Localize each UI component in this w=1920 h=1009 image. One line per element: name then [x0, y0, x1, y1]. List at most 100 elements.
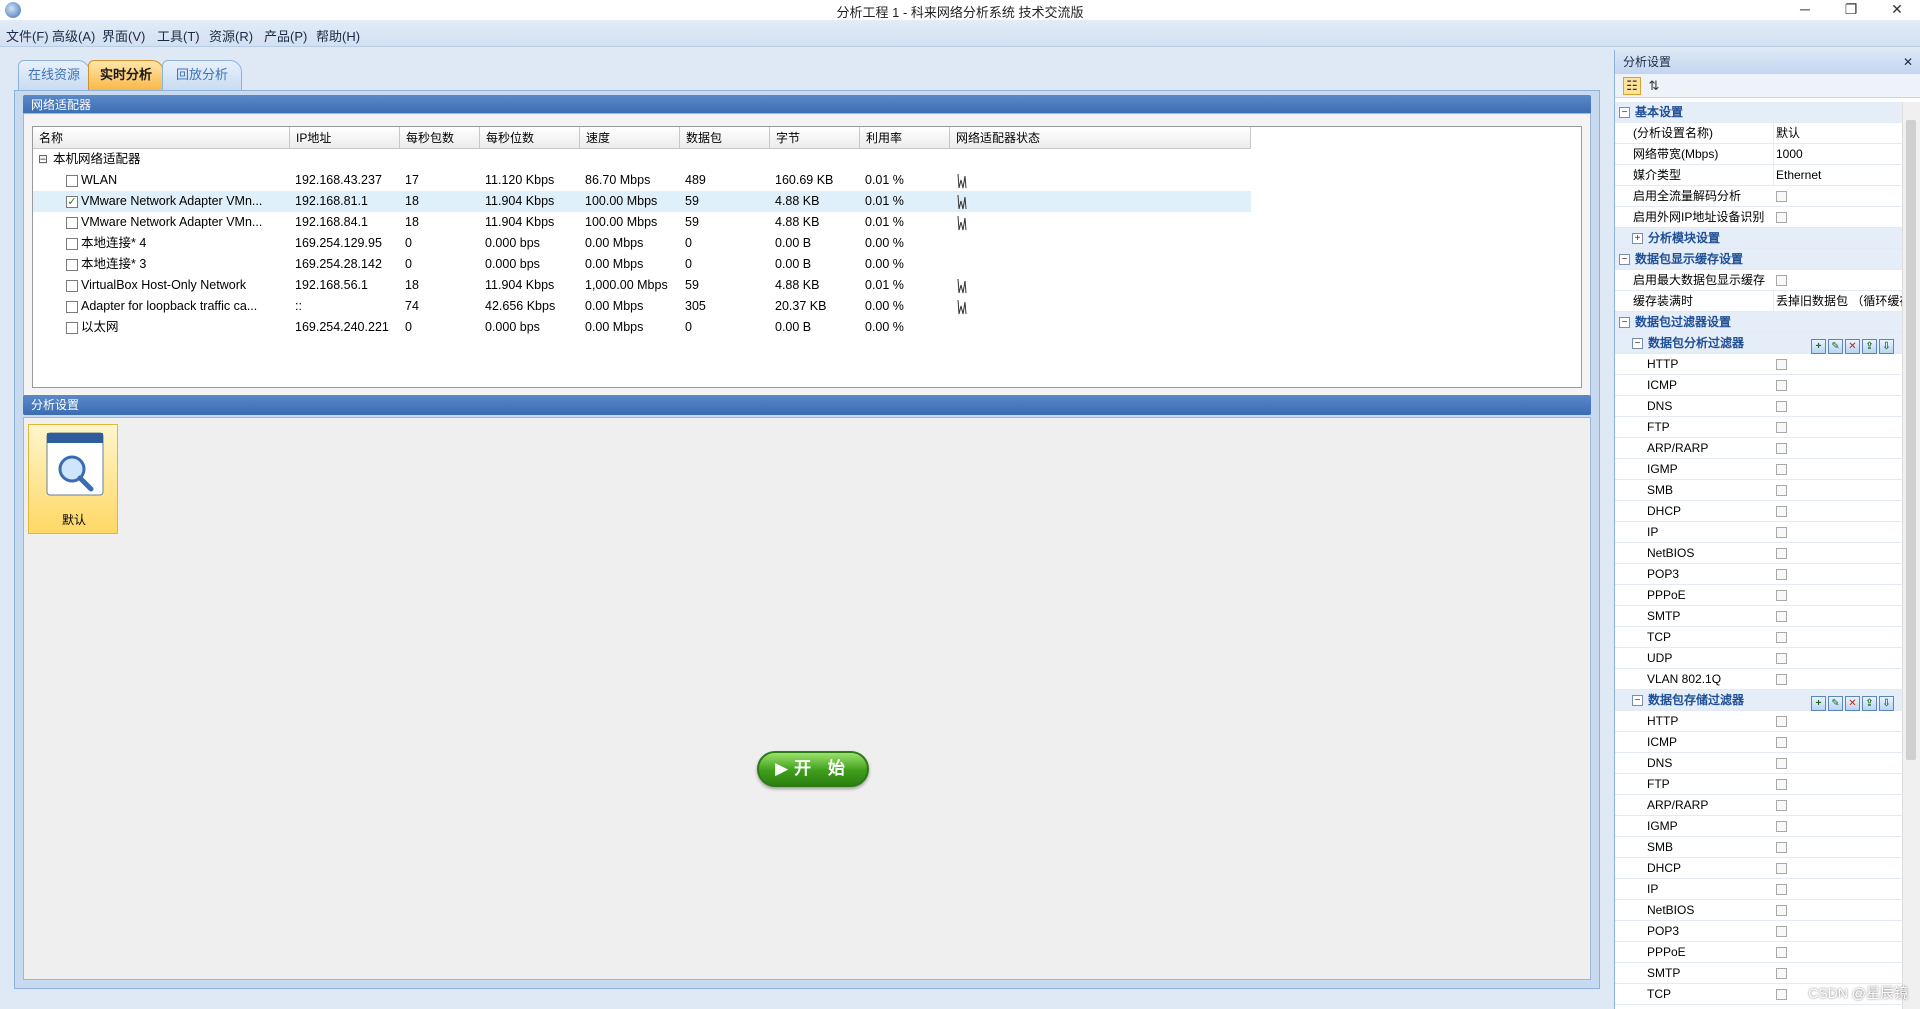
adapter-row[interactable]: ✓ VMware Network Adapter VMn... 192.168.81… [33, 191, 1251, 212]
tab-online-resources[interactable]: 在线资源 [18, 60, 90, 90]
menu-tools[interactable]: 工具(T) [157, 26, 200, 45]
property-checkbox[interactable] [1776, 716, 1787, 727]
tab-realtime-analysis[interactable]: 实时分析 [88, 60, 164, 90]
maximize-button[interactable]: ❐ [1828, 0, 1874, 20]
property-row[interactable]: DNS [1615, 396, 1903, 417]
adapter-row[interactable]: 以太网 169.254.240.221 0 0.000 bps 0.00 Mbps 0 0.… [33, 317, 1251, 338]
menu-help[interactable]: 帮助(H) [316, 26, 360, 45]
property-row[interactable]: 媒介类型 Ethernet [1615, 165, 1903, 186]
property-value[interactable]: 默认 [1773, 123, 1903, 144]
col-bytes[interactable]: 字节 [770, 127, 860, 149]
minimize-button[interactable]: ─ [1782, 0, 1828, 20]
adapter-checkbox[interactable] [66, 301, 78, 313]
property-checkbox[interactable] [1776, 884, 1787, 895]
property-row[interactable]: ARP/RARP [1615, 438, 1903, 459]
property-row[interactable]: (分析设置名称) 默认 [1615, 123, 1903, 144]
categorized-icon[interactable]: ☷ [1623, 77, 1641, 95]
adapter-row[interactable]: 本地连接* 4 169.254.129.95 0 0.000 bps 0.00 Mbps… [33, 233, 1251, 254]
col-bps[interactable]: 每秒位数 [480, 127, 580, 149]
property-checkbox[interactable] [1776, 380, 1787, 391]
property-category[interactable]: − 基本设置 [1615, 102, 1903, 123]
property-checkbox[interactable] [1776, 674, 1787, 685]
tab-playback-analysis[interactable]: 回放分析 [162, 60, 242, 90]
property-checkbox[interactable] [1776, 947, 1787, 958]
property-row[interactable]: 网络带宽(Mbps) 1000 [1615, 144, 1903, 165]
property-row[interactable]: SMTP [1615, 606, 1903, 627]
property-subcategory[interactable]: − 数据包分析过滤器 + ✎ ✕ ⇪ ⇩ [1615, 333, 1903, 354]
property-row[interactable]: 启用外网IP地址设备识别 [1615, 207, 1903, 228]
menu-view[interactable]: 界面(V) [102, 26, 145, 45]
property-checkbox[interactable] [1776, 527, 1787, 538]
property-checkbox[interactable] [1776, 443, 1787, 454]
property-checkbox[interactable] [1776, 359, 1787, 370]
property-checkbox[interactable] [1776, 758, 1787, 769]
adapter-row[interactable]: WLAN 192.168.43.237 17 11.120 Kbps 86.70 Mbp… [33, 170, 1251, 191]
delete-filter-icon[interactable]: ✕ [1845, 696, 1860, 711]
property-checkbox[interactable] [1776, 821, 1787, 832]
property-row[interactable]: IP [1615, 522, 1903, 543]
property-value[interactable]: 1000 [1773, 144, 1903, 165]
adapter-row[interactable]: Adapter for loopback traffic ca...:: 74 42… [33, 296, 1251, 317]
delete-filter-icon[interactable]: ✕ [1845, 339, 1860, 354]
adapter-row[interactable]: VirtualBox Host-Only Network 192.168.56.1… [33, 275, 1251, 296]
property-row[interactable]: PPPoE [1615, 585, 1903, 606]
col-pps[interactable]: 每秒包数 [400, 127, 480, 149]
property-checkbox[interactable] [1776, 989, 1787, 1000]
property-checkbox[interactable] [1776, 632, 1787, 643]
property-subcategory[interactable]: + 分析模块设置 [1615, 228, 1903, 249]
adapter-checkbox[interactable] [66, 217, 78, 229]
property-checkbox[interactable] [1776, 611, 1787, 622]
property-row[interactable]: IP [1615, 879, 1903, 900]
property-row[interactable]: HTTP [1615, 711, 1903, 732]
property-row[interactable]: FTP [1615, 417, 1903, 438]
property-row[interactable]: IGMP [1615, 459, 1903, 480]
property-checkbox[interactable] [1776, 905, 1787, 916]
menu-advanced[interactable]: 高级(A) [52, 26, 95, 45]
adapter-checkbox[interactable] [66, 175, 78, 187]
property-row[interactable]: FTP [1615, 774, 1903, 795]
property-row[interactable]: SMB [1615, 480, 1903, 501]
property-row[interactable]: UDP [1615, 648, 1903, 669]
sort-alpha-icon[interactable]: ⇅ [1645, 77, 1663, 95]
col-packets[interactable]: 数据包 [680, 127, 770, 149]
property-value[interactable]: 丢掉旧数据包 （循环缓存） [1773, 291, 1903, 312]
edit-filter-icon[interactable]: ✎ [1828, 696, 1843, 711]
property-row[interactable]: PPPoE [1615, 942, 1903, 963]
settings-scrollbar[interactable] [1902, 102, 1920, 1009]
property-row[interactable]: NetBIOS [1615, 543, 1903, 564]
property-checkbox[interactable] [1776, 842, 1787, 853]
property-row[interactable]: DHCP [1615, 858, 1903, 879]
property-checkbox[interactable] [1776, 863, 1787, 874]
expand-toggle-icon[interactable]: + [1632, 233, 1643, 244]
property-checkbox[interactable] [1776, 422, 1787, 433]
edit-filter-icon[interactable]: ✎ [1828, 339, 1843, 354]
property-checkbox[interactable] [1776, 590, 1787, 601]
start-button[interactable]: ▶ 开 始 [757, 751, 869, 787]
property-checkbox[interactable] [1776, 926, 1787, 937]
export-filter-icon[interactable]: ⇩ [1879, 696, 1894, 711]
col-util[interactable]: 利用率 [860, 127, 950, 149]
import-filter-icon[interactable]: ⇪ [1862, 696, 1877, 711]
property-checkbox[interactable] [1776, 779, 1787, 790]
property-checkbox[interactable] [1776, 968, 1787, 979]
col-name[interactable]: 名称 [33, 127, 290, 149]
menu-resources[interactable]: 资源(R) [209, 26, 253, 45]
property-checkbox[interactable] [1776, 653, 1787, 664]
property-checkbox[interactable] [1776, 212, 1787, 223]
property-row[interactable]: ICMP [1615, 732, 1903, 753]
property-checkbox[interactable] [1776, 737, 1787, 748]
property-checkbox[interactable] [1776, 485, 1787, 496]
adapter-row[interactable]: 本地连接* 3 169.254.28.142 0 0.000 bps 0.00 Mbps… [33, 254, 1251, 275]
adapter-checkbox[interactable] [66, 238, 78, 250]
close-panel-button[interactable]: ✕ [1903, 50, 1913, 74]
property-row[interactable]: DHCP [1615, 501, 1903, 522]
adapter-checkbox[interactable] [66, 322, 78, 334]
col-speed[interactable]: 速度 [580, 127, 680, 149]
property-checkbox[interactable] [1776, 548, 1787, 559]
property-row[interactable]: SMB [1615, 837, 1903, 858]
profile-tile-default[interactable]: 默认 [28, 424, 118, 534]
col-ip[interactable]: IP地址 [290, 127, 400, 149]
property-value[interactable]: Ethernet [1773, 165, 1903, 186]
add-filter-icon[interactable]: + [1811, 696, 1826, 711]
property-row[interactable]: POP3 [1615, 921, 1903, 942]
